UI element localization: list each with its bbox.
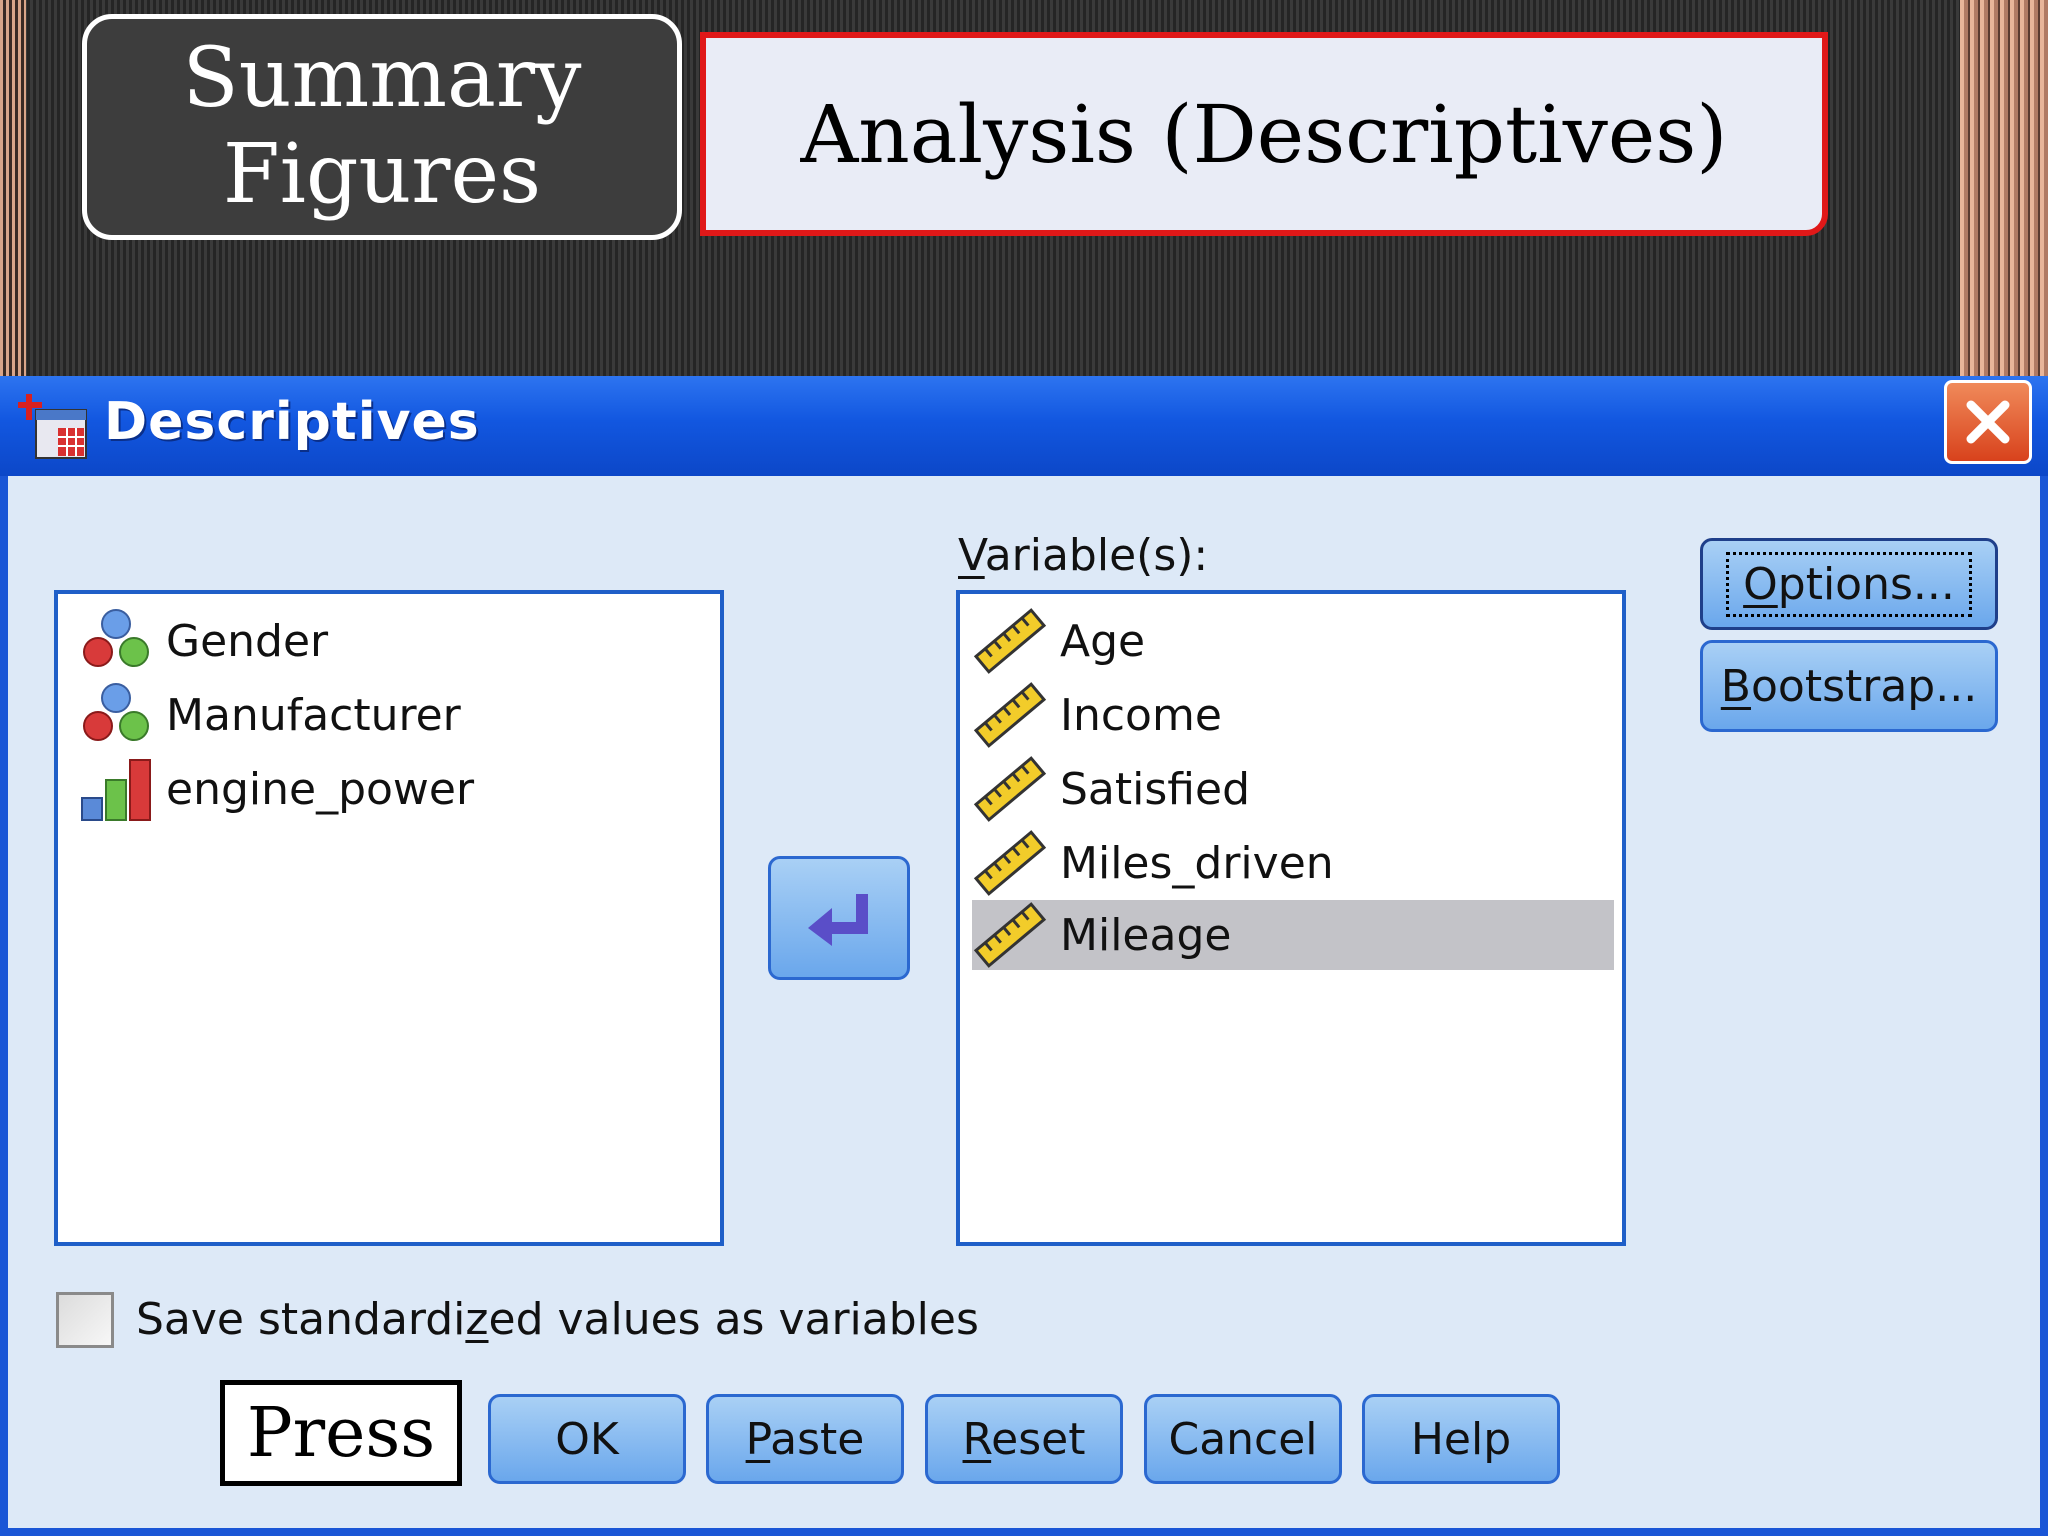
scale-ruler-icon: [973, 830, 1047, 896]
dialog-title: Descriptives: [104, 392, 480, 452]
list-item[interactable]: Manufacturer: [78, 680, 461, 750]
summary-label-line1: Summary: [182, 31, 582, 126]
descriptives-app-icon: [18, 394, 87, 459]
paste-button[interactable]: Paste: [706, 1394, 904, 1484]
scale-ruler-icon: [973, 608, 1047, 674]
left-decorative-stripes: [0, 0, 26, 380]
cancel-button-label: Cancel: [1168, 1413, 1318, 1465]
reset-button[interactable]: Reset: [925, 1394, 1123, 1484]
slide-heading: Analysis (Descriptives): [700, 32, 1828, 236]
scale-ruler-icon: [973, 682, 1047, 748]
right-decorative-stripes: [1960, 0, 2048, 380]
list-item-selected[interactable]: Mileage: [972, 900, 1614, 970]
slide-heading-text: Analysis (Descriptives): [800, 87, 1728, 181]
nominal-icon: [83, 609, 149, 667]
list-item-label: engine_power: [166, 763, 475, 815]
arrow-left-icon: [808, 894, 868, 946]
list-item-label: Age: [1060, 615, 1146, 667]
list-item-label: Satisfied: [1060, 763, 1251, 815]
list-item-label: Manufacturer: [166, 689, 461, 741]
scale-ruler-icon: [973, 902, 1047, 968]
source-variable-list[interactable]: Gender Manufacturer engine_power: [54, 590, 724, 1246]
help-button-label: Help: [1410, 1413, 1512, 1465]
scale-ruler-icon: [973, 756, 1047, 822]
reset-button-label: Reset: [962, 1413, 1086, 1465]
help-button[interactable]: Help: [1362, 1394, 1560, 1484]
close-button[interactable]: [1944, 380, 2032, 464]
bootstrap-button[interactable]: Bootstrap...: [1700, 640, 1998, 732]
list-item-label: Mileage: [1060, 909, 1232, 961]
move-variable-button[interactable]: [768, 856, 910, 980]
cancel-button[interactable]: Cancel: [1144, 1394, 1342, 1484]
variables-label: Variable(s):: [958, 530, 1209, 581]
press-annotation: Press: [220, 1380, 462, 1486]
close-icon: [1966, 400, 2010, 444]
list-item-label: Income: [1060, 689, 1222, 741]
summary-label-line2: Figures: [222, 127, 542, 222]
list-item-label: Gender: [166, 615, 329, 667]
list-item[interactable]: Gender: [78, 606, 328, 676]
nominal-icon: [83, 683, 149, 741]
save-standardized-checkbox[interactable]: [56, 1292, 114, 1348]
ordinal-icon: [81, 759, 151, 821]
ok-button-label: OK: [555, 1413, 619, 1465]
paste-button-label: Paste: [745, 1413, 865, 1465]
target-variable-list[interactable]: Age Income Satisfied Miles_driven Mileag…: [956, 590, 1626, 1246]
ok-button[interactable]: OK: [488, 1394, 686, 1484]
list-item[interactable]: Income: [972, 680, 1614, 750]
bootstrap-button-label: Bootstrap...: [1720, 660, 1978, 712]
list-item[interactable]: Age: [972, 606, 1614, 676]
list-item[interactable]: Satisfied: [972, 754, 1614, 824]
summary-figures-label: Summary Figures: [82, 14, 682, 240]
list-item[interactable]: engine_power: [78, 754, 474, 824]
list-item-label: Miles_driven: [1060, 837, 1334, 889]
options-button-label: Options...: [1726, 551, 1972, 617]
save-standardized-label[interactable]: Save standardized values as variables: [136, 1294, 979, 1345]
press-annotation-text: Press: [246, 1393, 436, 1473]
list-item[interactable]: Miles_driven: [972, 828, 1614, 898]
options-button[interactable]: Options...: [1700, 538, 1998, 630]
